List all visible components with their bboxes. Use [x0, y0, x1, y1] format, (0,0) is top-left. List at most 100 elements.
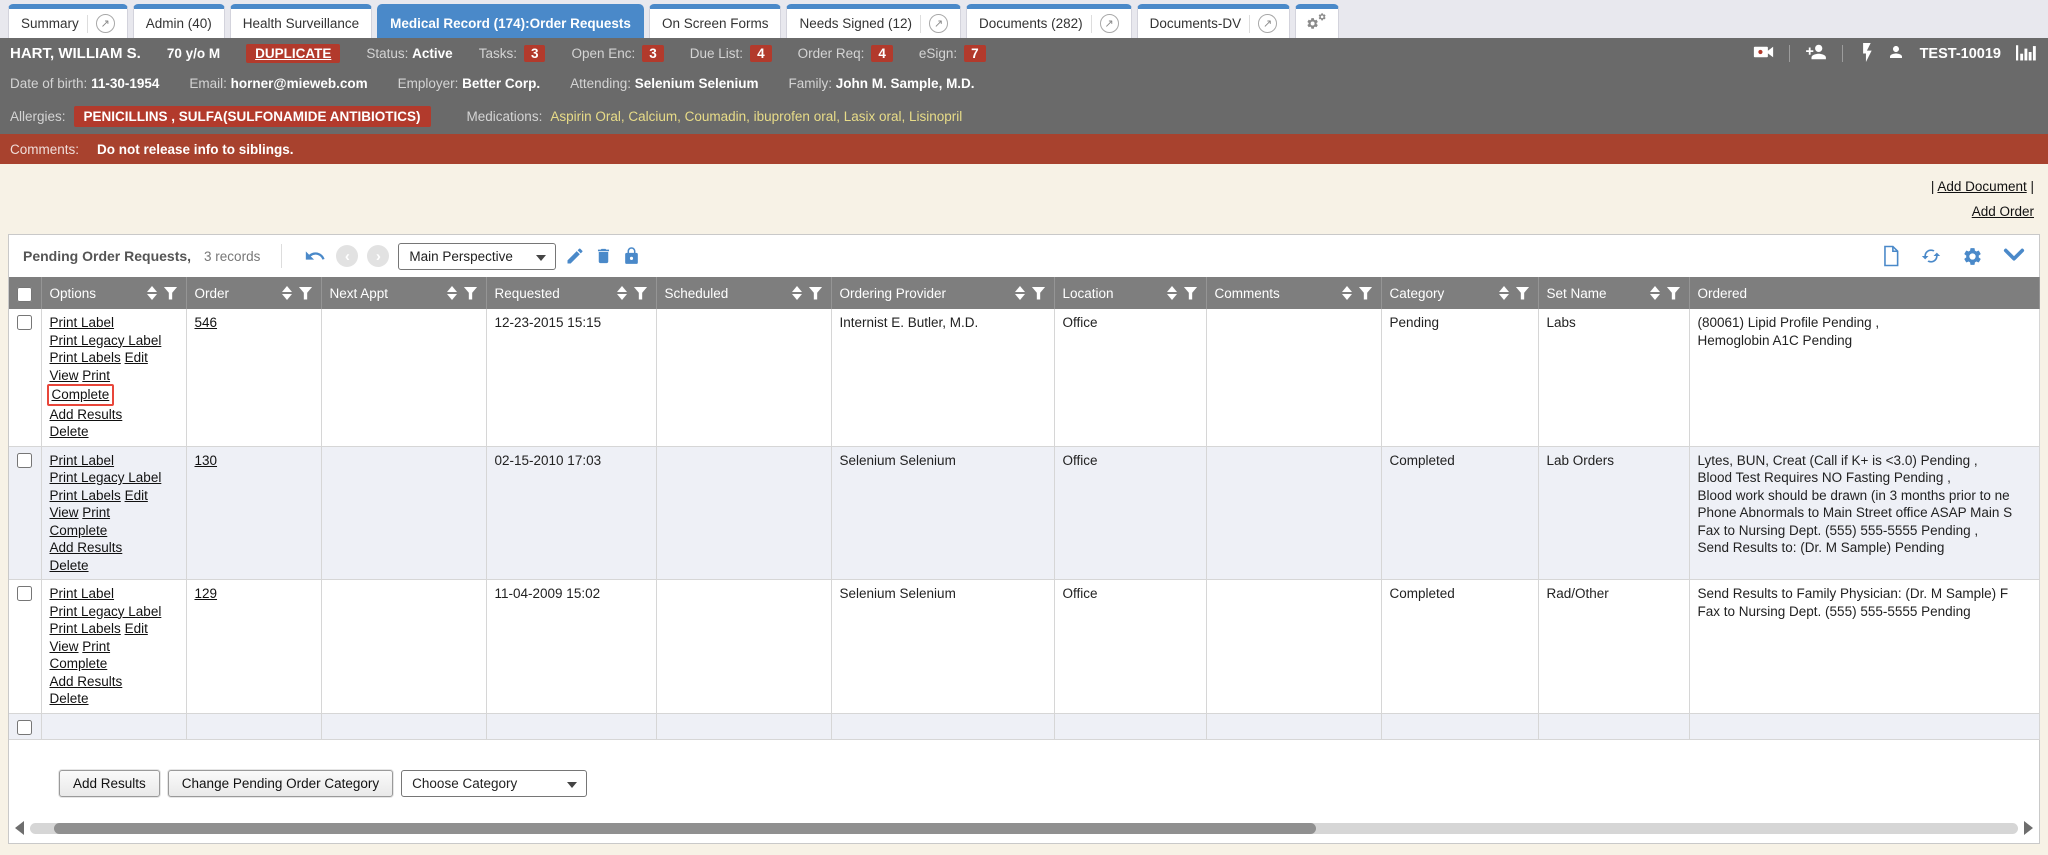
print-link[interactable]: Print — [82, 505, 110, 520]
sort-icon[interactable] — [147, 286, 157, 300]
refresh-icon[interactable] — [1920, 246, 1942, 266]
collapse-chevron-down-icon[interactable] — [2003, 248, 2025, 264]
complete-link[interactable]: Complete — [52, 387, 110, 402]
change-pending-order-category-button[interactable]: Change Pending Order Category — [168, 770, 393, 797]
due-list-count-badge[interactable]: 4 — [750, 45, 772, 62]
print-legacy-label-link[interactable]: Print Legacy Label — [50, 604, 162, 619]
delete-link[interactable]: Delete — [50, 558, 89, 573]
sort-icon[interactable] — [1650, 286, 1660, 300]
allergies-badge[interactable]: PENICILLINS , SULFA(SULFONAMIDE ANTIBIOT… — [74, 106, 431, 127]
order-req-count-badge[interactable]: 4 — [871, 45, 893, 62]
tasks-count-badge[interactable]: 3 — [524, 45, 546, 62]
print-legacy-label-link[interactable]: Print Legacy Label — [50, 333, 162, 348]
tab-admin[interactable]: Admin (40) — [133, 4, 225, 38]
filter-icon[interactable] — [634, 287, 648, 300]
print-labels-link[interactable]: Print Labels — [50, 488, 121, 503]
bar-chart-icon[interactable] — [2016, 43, 2038, 64]
open-enc-count-badge[interactable]: 3 — [642, 45, 664, 62]
add-results-button[interactable]: Add Results — [59, 770, 160, 797]
choose-category-select[interactable]: Choose Category — [401, 770, 587, 797]
add-person-icon[interactable] — [1805, 43, 1827, 64]
row-select-checkbox[interactable] — [17, 315, 32, 330]
print-label-link[interactable]: Print Label — [50, 315, 115, 330]
filter-icon[interactable] — [1184, 287, 1198, 300]
esign-count-badge[interactable]: 7 — [964, 45, 986, 62]
filter-icon[interactable] — [809, 287, 823, 300]
edit-pencil-icon[interactable] — [565, 246, 585, 266]
popout-icon[interactable]: ↗ — [96, 14, 115, 33]
print-label-link[interactable]: Print Label — [50, 453, 115, 468]
new-document-icon[interactable] — [1881, 245, 1900, 267]
view-link[interactable]: View — [50, 505, 79, 520]
perspective-select[interactable]: Main Perspective — [398, 243, 556, 270]
undo-icon[interactable] — [303, 245, 327, 267]
video-camera-icon[interactable] — [1753, 43, 1774, 64]
sort-icon[interactable] — [792, 286, 802, 300]
row-select-checkbox[interactable] — [17, 720, 32, 735]
view-link[interactable]: View — [50, 639, 79, 654]
edit-link[interactable]: Edit — [125, 621, 148, 636]
prev-perspective-icon[interactable]: ‹ — [336, 245, 358, 267]
view-link[interactable]: View — [50, 368, 79, 383]
select-all-checkbox[interactable] — [17, 287, 32, 302]
delete-link[interactable]: Delete — [50, 691, 89, 706]
sort-icon[interactable] — [1167, 286, 1177, 300]
sort-icon[interactable] — [447, 286, 457, 300]
row-select-checkbox[interactable] — [17, 453, 32, 468]
print-legacy-label-link[interactable]: Print Legacy Label — [50, 470, 162, 485]
next-perspective-icon[interactable]: › — [367, 245, 389, 267]
scrollbar-thumb[interactable] — [54, 823, 1316, 834]
delete-trash-icon[interactable] — [594, 246, 613, 266]
scroll-left-arrow[interactable] — [15, 821, 24, 835]
filter-icon[interactable] — [464, 287, 478, 300]
row-select-checkbox[interactable] — [17, 586, 32, 601]
add-document-link[interactable]: Add Document — [1937, 179, 2026, 194]
popout-icon[interactable]: ↗ — [1258, 14, 1277, 33]
order-number-link[interactable]: 546 — [195, 315, 218, 330]
scroll-right-arrow[interactable] — [2024, 821, 2033, 835]
complete-link[interactable]: Complete — [50, 656, 108, 671]
print-label-link[interactable]: Print Label — [50, 586, 115, 601]
add-results-link[interactable]: Add Results — [50, 674, 123, 689]
scrollbar-track[interactable] — [30, 823, 2018, 834]
tab-health-surveillance[interactable]: Health Surveillance — [230, 4, 372, 38]
lightning-icon[interactable] — [1858, 43, 1872, 65]
person-icon[interactable] — [1887, 43, 1905, 64]
tab-needs-signed[interactable]: Needs Signed (12) ↗ — [786, 4, 961, 38]
gear-icon[interactable] — [1962, 246, 1983, 267]
popout-icon[interactable]: ↗ — [1100, 14, 1119, 33]
filter-icon[interactable] — [1667, 287, 1681, 300]
filter-icon[interactable] — [164, 287, 178, 300]
print-labels-link[interactable]: Print Labels — [50, 350, 121, 365]
edit-link[interactable]: Edit — [125, 488, 148, 503]
medications-list[interactable]: Aspirin Oral, Calcium, Coumadin, ibuprof… — [550, 109, 962, 124]
order-number-link[interactable]: 129 — [195, 586, 218, 601]
edit-link[interactable]: Edit — [125, 350, 148, 365]
add-results-link[interactable]: Add Results — [50, 540, 123, 555]
tab-documents[interactable]: Documents (282) ↗ — [966, 4, 1132, 38]
filter-icon[interactable] — [299, 287, 313, 300]
add-order-link[interactable]: Add Order — [1972, 204, 2034, 219]
sort-icon[interactable] — [1499, 286, 1509, 300]
duplicate-badge[interactable]: DUPLICATE — [246, 44, 340, 63]
popout-icon[interactable]: ↗ — [929, 14, 948, 33]
complete-link[interactable]: Complete — [50, 523, 108, 538]
print-link[interactable]: Print — [82, 639, 110, 654]
tab-settings[interactable] — [1295, 4, 1339, 38]
filter-icon[interactable] — [1359, 287, 1373, 300]
filter-icon[interactable] — [1516, 287, 1530, 300]
filter-icon[interactable] — [1032, 287, 1046, 300]
order-number-link[interactable]: 130 — [195, 453, 218, 468]
tab-medical-record-order-requests[interactable]: Medical Record (174):Order Requests — [377, 4, 644, 38]
tab-summary[interactable]: Summary ↗ — [8, 4, 128, 38]
tab-on-screen-forms[interactable]: On Screen Forms — [649, 4, 782, 38]
tab-documents-dv[interactable]: Documents-DV ↗ — [1137, 4, 1291, 38]
print-link[interactable]: Print — [82, 368, 110, 383]
sort-icon[interactable] — [1342, 286, 1352, 300]
add-results-link[interactable]: Add Results — [50, 407, 123, 422]
print-labels-link[interactable]: Print Labels — [50, 621, 121, 636]
delete-link[interactable]: Delete — [50, 424, 89, 439]
sort-icon[interactable] — [282, 286, 292, 300]
lock-icon[interactable] — [622, 246, 641, 266]
sort-icon[interactable] — [617, 286, 627, 300]
